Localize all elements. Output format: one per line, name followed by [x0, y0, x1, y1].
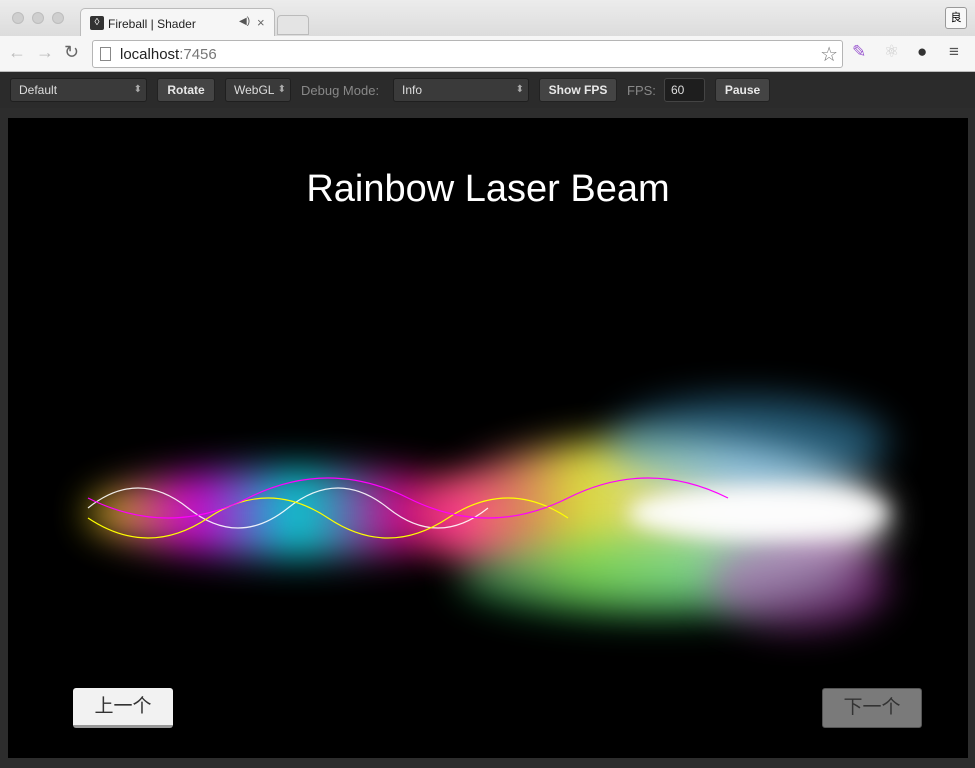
close-window-button[interactable]: [12, 12, 24, 24]
next-button[interactable]: 下一个: [822, 688, 922, 728]
evernote-extension-icon[interactable]: ●: [917, 42, 927, 62]
pause-button[interactable]: Pause: [715, 78, 770, 102]
speaker-icon: ◀): [239, 16, 251, 27]
close-tab-icon[interactable]: ×: [257, 15, 265, 30]
menu-icon[interactable]: ≡: [949, 42, 959, 62]
bookmark-star-icon[interactable]: ☆: [820, 42, 838, 67]
tab-title: Fireball | Shader: [108, 17, 196, 31]
url-text: localhost:7456: [120, 46, 217, 63]
rotate-button[interactable]: Rotate: [157, 78, 215, 102]
shader-canvas[interactable]: Rainbow Laser Beam 上一个 下一个: [8, 118, 968, 758]
renderer-select[interactable]: WebGL: [225, 78, 291, 102]
zoom-window-button[interactable]: [52, 12, 64, 24]
scene-select[interactable]: Default: [10, 78, 147, 102]
previous-button[interactable]: 上一个: [73, 688, 173, 728]
debug-mode-label: Debug Mode:: [301, 83, 380, 98]
fireball-favicon-icon: ◊: [90, 16, 104, 30]
tab-fireball-shader[interactable]: ◊ Fireball | Shader ◀) ×: [80, 8, 275, 37]
minimize-window-button[interactable]: [32, 12, 44, 24]
fps-input[interactable]: 60: [664, 78, 705, 102]
shader-toolbar: Default Rotate WebGL Debug Mode: Info Sh…: [0, 72, 975, 108]
react-extension-icon[interactable]: ⚛: [884, 42, 899, 62]
navigation-bar: ← → ↻ localhost:7456 ☆ ✎ ⚛ ● ≡: [0, 36, 975, 72]
page-icon: [100, 47, 111, 61]
title-bar: ◊ Fireball | Shader ◀) × 良: [0, 0, 975, 37]
reload-icon[interactable]: ↻: [64, 42, 79, 63]
new-tab-button[interactable]: [277, 15, 309, 35]
forward-icon[interactable]: →: [36, 42, 54, 63]
address-bar[interactable]: localhost:7456 ☆: [92, 40, 843, 68]
back-icon[interactable]: ←: [8, 42, 26, 63]
profile-button[interactable]: 良: [945, 7, 967, 29]
fps-label: FPS:: [627, 83, 656, 98]
feather-extension-icon[interactable]: ✎: [852, 42, 866, 62]
debug-mode-select[interactable]: Info: [393, 78, 529, 102]
show-fps-button[interactable]: Show FPS: [539, 78, 617, 102]
